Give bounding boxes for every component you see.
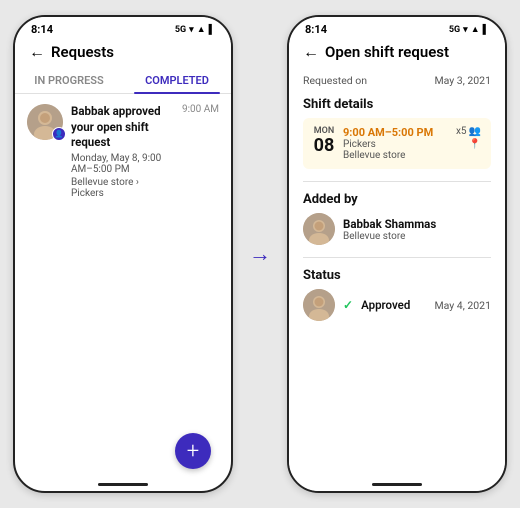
battery-icon-right: ▌ [483,24,489,35]
left-phone: 8:14 5G ▾ ▲ ▌ ← Requests IN PROGRESS COM… [13,15,233,493]
back-button-right[interactable]: ← [303,42,319,62]
status-bar-right: 8:14 5G ▾ ▲ ▌ [289,17,505,38]
added-by-store: Bellevue store [343,231,436,242]
avatar-badge: 👤 [52,127,66,141]
added-by-name: Babbak Shammas [343,217,436,231]
added-by-info: Babbak Shammas Bellevue store [343,217,436,242]
notification-subtitle: Monday, May 8, 9:00 AM–5:00 PM [71,153,174,175]
shift-location-1: Pickers [343,139,448,150]
notification-title: Babbak approved your open shift request [71,104,174,151]
shift-info: 9:00 AM–5:00 PM Pickers Bellevue store [343,126,448,161]
nav-bar-left: ← Requests [15,38,231,66]
page-title-left: Requests [51,43,114,61]
added-by-row: Babbak Shammas Bellevue store [303,213,491,245]
time-left: 8:14 [31,23,53,36]
notification-item[interactable]: 👤 Babbak approved your open shift reques… [15,94,231,209]
avatar-wrap: 👤 [27,104,63,140]
shift-location-2: Bellevue store [343,150,448,161]
status-check-icon: ✓ [343,298,353,312]
notification-location: Bellevue store › Pickers [71,177,174,199]
shift-count: x5 👥 [456,126,481,137]
wifi-icon-right: ▾ [463,25,468,35]
people-icon: 👥 [469,126,481,137]
status-label: Approved [361,298,426,312]
divider-2 [303,257,491,258]
home-indicator-right [372,483,422,486]
signal-label-right: 5G [449,25,460,35]
detail-content: Requested on May 3, 2021 Shift details M… [289,66,505,491]
shift-pin: 📍 [469,139,481,150]
requested-on-date: May 3, 2021 [434,74,491,87]
arrow-container: → [245,241,275,267]
shift-day-column: MON 08 [313,126,335,156]
shift-details-title: Shift details [303,97,491,112]
battery-icon: ▌ [209,24,215,35]
time-right: 8:14 [305,23,327,36]
added-by-title: Added by [303,192,491,207]
status-avatar [303,289,335,321]
back-button-left[interactable]: ← [29,42,45,62]
signal-bars-icon: ▲ [197,24,206,35]
page-title-right: Open shift request [325,43,449,61]
tab-in-progress[interactable]: IN PROGRESS [15,66,123,93]
status-section-title: Status [303,268,491,283]
shift-card: MON 08 9:00 AM–5:00 PM Pickers Bellevue … [303,118,491,169]
shift-time-range: 9:00 AM–5:00 PM [343,126,448,139]
fab-button[interactable]: + [175,433,211,469]
requested-on-label: Requested on [303,74,367,87]
added-by-avatar [303,213,335,245]
status-row: ✓ Approved May 4, 2021 [303,289,491,321]
right-phone: 8:14 5G ▾ ▲ ▌ ← Open shift request Reque… [287,15,507,493]
tabs-left: IN PROGRESS COMPLETED [15,66,231,94]
notification-content: Babbak approved your open shift request … [71,104,174,199]
nav-bar-right: ← Open shift request [289,38,505,66]
shift-day-of-month: 08 [313,136,335,156]
wifi-icon: ▾ [189,25,194,35]
requested-on-row: Requested on May 3, 2021 [303,74,491,87]
status-icons-left: 5G ▾ ▲ ▌ [175,24,215,35]
tab-completed[interactable]: COMPLETED [123,66,231,93]
pin-icon: 📍 [469,139,481,150]
notification-time: 9:00 AM [182,104,219,115]
status-icons-right: 5G ▾ ▲ ▌ [449,24,489,35]
status-bar-left: 8:14 5G ▾ ▲ ▌ [15,17,231,38]
signal-bars-icon-right: ▲ [471,24,480,35]
shift-right-col: x5 👥 📍 [456,126,481,150]
navigation-arrow: → [249,241,271,267]
signal-label-left: 5G [175,25,186,35]
home-indicator-left [98,483,148,486]
divider-1 [303,181,491,182]
status-date: May 4, 2021 [434,299,491,312]
